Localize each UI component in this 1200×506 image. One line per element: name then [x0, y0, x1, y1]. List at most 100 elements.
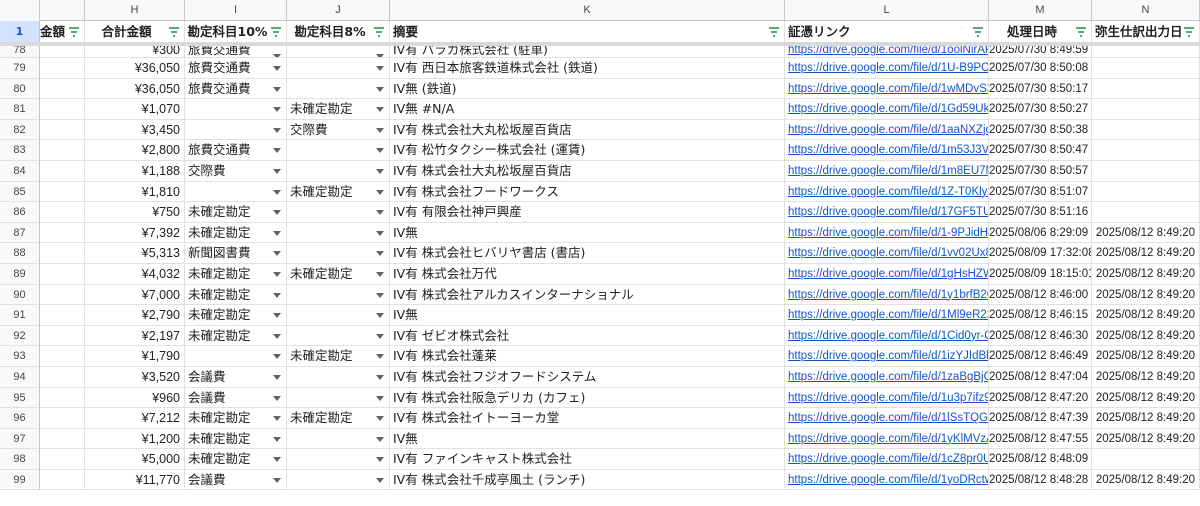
cell-processed-at[interactable]: 2025/07/30 8:51:07	[989, 181, 1092, 203]
column-letter-j[interactable]: J	[287, 0, 390, 21]
cell-yayoi-output[interactable]: 2025/08/12 8:49:20	[1092, 366, 1200, 388]
dropdown-arrow-icon[interactable]	[273, 127, 281, 133]
cell-yayoi-output[interactable]: 2025/08/12 8:49:20	[1092, 469, 1200, 491]
dropdown-arrow-icon[interactable]	[376, 271, 384, 277]
dropdown-arrow-icon[interactable]	[273, 436, 281, 442]
filter-icon[interactable]	[169, 27, 179, 37]
cell-description[interactable]: IV有 株式会社アルカスインターナショナル	[390, 284, 785, 306]
cell-processed-at[interactable]: 2025/08/12 8:47:20	[989, 387, 1092, 409]
cell-yayoi-output[interactable]	[1092, 78, 1200, 100]
cell-processed-at[interactable]: 2025/08/09 18:15:01	[989, 263, 1092, 285]
cell-processed-at[interactable]: 2025/08/12 8:46:30	[989, 325, 1092, 347]
cell-evidence-link[interactable]: https://drive.google.com/file/d/1lSsTQGr…	[785, 408, 989, 429]
filter-icon[interactable]	[769, 27, 779, 37]
cell-yayoi-output[interactable]: 2025/08/12 8:49:20	[1092, 222, 1200, 244]
cell-processed-at[interactable]: 2025/07/30 8:50:17	[989, 78, 1092, 100]
dropdown-arrow-icon[interactable]	[273, 148, 281, 154]
cell-description[interactable]: IV有 株式会社イトーヨーカ堂	[390, 408, 785, 429]
cell-total-amount[interactable]: ¥2,800	[85, 140, 185, 161]
header-evidence-link[interactable]: 証憑リンク	[785, 21, 989, 43]
cell-amount[interactable]	[40, 428, 85, 450]
cell-amount[interactable]	[40, 181, 85, 203]
column-letter-n[interactable]: N	[1092, 0, 1200, 21]
cell-total-amount[interactable]: ¥7,000	[85, 284, 185, 306]
cell-total-amount[interactable]: ¥3,520	[85, 366, 185, 388]
dropdown-arrow-icon[interactable]	[273, 86, 281, 92]
cell-total-amount[interactable]: ¥750	[85, 202, 185, 223]
cell-total-amount[interactable]: ¥11,770	[85, 469, 185, 491]
cell-evidence-link[interactable]: https://drive.google.com/file/d/1wMDvS3n…	[785, 78, 989, 100]
cell-account-8-dropdown[interactable]: 未確定勘定	[287, 408, 390, 429]
dropdown-arrow-icon[interactable]	[273, 354, 281, 360]
column-letter-h[interactable]: H	[85, 0, 185, 21]
row-number[interactable]: 83	[0, 140, 40, 161]
dropdown-arrow-icon[interactable]	[376, 292, 384, 298]
row-number[interactable]: 79	[0, 58, 40, 79]
cell-evidence-link[interactable]: https://drive.google.com/file/d/1u3p7ifz…	[785, 387, 989, 409]
cell-total-amount[interactable]: ¥36,050	[85, 58, 185, 79]
cell-account-10-dropdown[interactable]	[185, 119, 287, 141]
dropdown-arrow-icon[interactable]	[376, 251, 384, 257]
filter-icon[interactable]	[1184, 27, 1194, 37]
filter-icon[interactable]	[271, 27, 281, 37]
column-letter-l[interactable]: L	[785, 0, 989, 21]
dropdown-arrow-icon[interactable]	[273, 66, 281, 71]
dropdown-arrow-icon[interactable]	[376, 395, 384, 401]
cell-account-10-dropdown[interactable]: 旅費交通費	[185, 78, 287, 100]
row-number[interactable]: 87	[0, 222, 40, 244]
cell-description[interactable]: IV有 有限会社神戸興産	[390, 202, 785, 223]
row-number[interactable]: 99	[0, 469, 40, 491]
cell-evidence-link[interactable]: https://drive.google.com/file/d/1oolNirA…	[785, 46, 989, 58]
header-yayoi-output[interactable]: 弥生仕訳出力日	[1092, 21, 1200, 43]
cell-processed-at[interactable]: 2025/08/06 8:29:09	[989, 222, 1092, 244]
cell-processed-at[interactable]: 2025/08/12 8:46:15	[989, 305, 1092, 326]
cell-description[interactable]: IV無 #N/A	[390, 99, 785, 120]
cell-account-8-dropdown[interactable]	[287, 78, 390, 100]
cell-amount[interactable]	[40, 202, 85, 223]
cell-account-10-dropdown[interactable]: 未確定勘定	[185, 408, 287, 429]
cell-account-8-dropdown[interactable]	[287, 469, 390, 491]
row-number[interactable]: 95	[0, 387, 40, 409]
cell-account-10-dropdown[interactable]: 未確定勘定	[185, 305, 287, 326]
cell-total-amount[interactable]: ¥7,392	[85, 222, 185, 244]
cell-evidence-link[interactable]: https://drive.google.com/file/d/1vv02Ux8…	[785, 243, 989, 264]
cell-account-10-dropdown[interactable]: 新聞図書費	[185, 243, 287, 264]
cell-description[interactable]: IV有 株式会社フードワークス	[390, 181, 785, 203]
cell-yayoi-output[interactable]	[1092, 202, 1200, 223]
row-number[interactable]: 89	[0, 263, 40, 285]
row-number[interactable]: 85	[0, 181, 40, 203]
dropdown-arrow-icon[interactable]	[376, 210, 384, 216]
row-number[interactable]: 86	[0, 202, 40, 223]
cell-yayoi-output[interactable]	[1092, 449, 1200, 470]
cell-amount[interactable]	[40, 222, 85, 244]
cell-account-8-dropdown[interactable]	[287, 243, 390, 264]
cell-yayoi-output[interactable]	[1092, 58, 1200, 79]
cell-account-8-dropdown[interactable]	[287, 222, 390, 244]
dropdown-arrow-icon[interactable]	[376, 477, 384, 483]
cell-account-8-dropdown[interactable]: 未確定勘定	[287, 181, 390, 203]
row-number[interactable]: 97	[0, 428, 40, 450]
cell-yayoi-output[interactable]	[1092, 140, 1200, 161]
cell-total-amount[interactable]: ¥1,810	[85, 181, 185, 203]
row-number[interactable]: 92	[0, 325, 40, 347]
cell-evidence-link[interactable]: https://drive.google.com/file/d/1aaNXZjo…	[785, 119, 989, 141]
cell-evidence-link[interactable]: https://drive.google.com/file/d/1y1brfB2…	[785, 284, 989, 306]
cell-description[interactable]: IV有 ゼビオ株式会社	[390, 325, 785, 347]
cell-evidence-link[interactable]: https://drive.google.com/file/d/1Ml9eR22…	[785, 305, 989, 326]
row-number[interactable]: 93	[0, 346, 40, 367]
row-number[interactable]: 96	[0, 408, 40, 429]
cell-account-10-dropdown[interactable]: 未確定勘定	[185, 325, 287, 347]
cell-total-amount[interactable]: ¥5,313	[85, 243, 185, 264]
cell-description[interactable]: IV有 株式会社万代	[390, 263, 785, 285]
dropdown-arrow-icon[interactable]	[376, 189, 384, 195]
filter-icon[interactable]	[374, 27, 384, 37]
cell-processed-at[interactable]: 2025/07/30 8:50:27	[989, 99, 1092, 120]
cell-total-amount[interactable]: ¥7,212	[85, 408, 185, 429]
cell-account-8-dropdown[interactable]: 未確定勘定	[287, 346, 390, 367]
corner-cell[interactable]	[0, 0, 40, 21]
filter-icon[interactable]	[973, 27, 983, 37]
filter-icon[interactable]	[1076, 27, 1086, 37]
header-amount-partial[interactable]: 金額	[40, 21, 85, 43]
row-number[interactable]: 91	[0, 305, 40, 326]
cell-account-8-dropdown[interactable]	[287, 46, 390, 58]
